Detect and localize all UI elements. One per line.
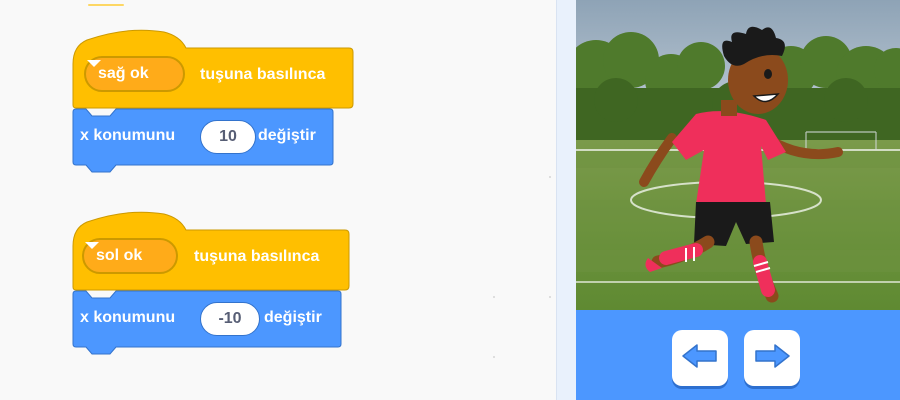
right-arrow-button[interactable] [744, 330, 800, 386]
key-dropdown[interactable]: sol ok [82, 238, 179, 274]
grid-dot [549, 176, 551, 178]
hat-label: tuşuna basılınca [200, 66, 326, 83]
change-x-block[interactable]: x konumunu 10 değiştir [72, 108, 334, 173]
motion-label-before: x konumunu [80, 127, 176, 144]
when-key-pressed-block[interactable]: sol ok tuşuna basılınca [72, 208, 350, 291]
when-key-pressed-block[interactable]: sağ ok tuşuna basılınca [72, 26, 354, 109]
panel-divider-line [556, 0, 557, 400]
stage-controls-panel [576, 310, 900, 400]
key-option-label: sol ok [96, 247, 143, 264]
code-area[interactable]: sağ ok tuşuna basılınca x konumunu 10 de… [0, 0, 556, 400]
motion-label-before: x konumunu [80, 309, 176, 326]
motion-label-after: değiştir [264, 309, 322, 326]
dropdown-arrow-icon [85, 242, 168, 263]
panel-divider [556, 0, 576, 400]
change-x-block[interactable]: x konumunu -10 değiştir [72, 290, 342, 355]
scroll-accent [88, 4, 124, 6]
dropdown-arrow-icon [87, 60, 175, 81]
hat-label: tuşuna basılınca [194, 248, 320, 265]
key-option-label: sağ ok [98, 65, 149, 82]
x-change-input[interactable]: -10 [200, 302, 260, 336]
right-arrow-icon [753, 343, 791, 374]
x-change-input[interactable]: 10 [200, 120, 256, 154]
grid-dot [549, 296, 551, 298]
motion-label-after: değiştir [258, 127, 316, 144]
left-arrow-button[interactable] [672, 330, 728, 386]
grid-dot [493, 296, 495, 298]
soccer-field-backdrop [576, 0, 900, 310]
stage[interactable] [576, 0, 900, 310]
grid-dot [493, 356, 495, 358]
key-dropdown[interactable]: sağ ok [84, 56, 185, 92]
left-arrow-icon [681, 343, 719, 374]
